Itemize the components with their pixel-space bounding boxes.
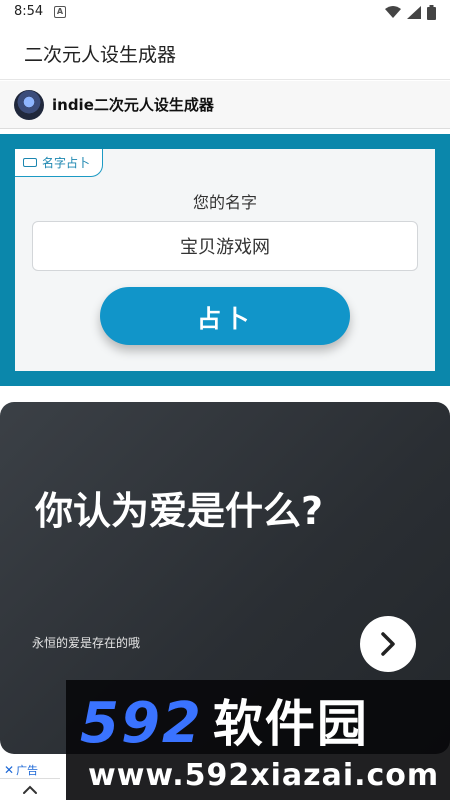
ad-next-button[interactable] <box>360 616 416 672</box>
status-time: 8:54 <box>14 4 44 19</box>
collapse-button[interactable] <box>0 778 60 800</box>
watermark-url: www.592xiazai.com <box>88 758 440 793</box>
watermark-name: 软件园 <box>212 695 369 753</box>
watermark-logo: 592 软件园 <box>80 694 369 754</box>
chevron-right-icon <box>381 632 395 656</box>
name-divination-panel: 名字占卜 您的名字 占卜 <box>0 134 450 386</box>
tab-name-divination[interactable]: 名字占卜 <box>15 149 104 177</box>
status-icons <box>385 5 436 20</box>
tab-label: 名字占卜 <box>42 156 91 170</box>
avatar[interactable] <box>14 90 44 120</box>
tool-card: 名字占卜 您的名字 占卜 <box>15 149 435 371</box>
ad-headline: 你认为爱是什么? <box>35 489 324 533</box>
divine-button[interactable]: 占卜 <box>100 287 350 345</box>
app-bar: 二次元人设生成器 <box>0 26 450 80</box>
a-icon: A <box>54 6 66 18</box>
wifi-icon <box>385 6 401 18</box>
status-bar: 8:54 A <box>0 0 450 26</box>
app-title: 二次元人设生成器 <box>24 44 177 66</box>
chevron-up-icon <box>23 785 37 794</box>
site-header[interactable]: indie二次元人设生成器 <box>0 81 450 129</box>
name-label: 您的名字 <box>192 193 257 212</box>
watermark: 592 软件园 www.592xiazai.com <box>66 680 450 800</box>
ad-badge[interactable]: ✕ 广告 <box>0 762 43 778</box>
name-input[interactable] <box>32 221 418 271</box>
ad-badge-label: 广告 <box>16 764 39 777</box>
signal-icon <box>407 6 421 19</box>
ad-subtitle: 永恒的爱是存在的哦 <box>32 636 141 650</box>
close-icon[interactable]: ✕ <box>4 763 14 777</box>
card-icon <box>23 158 37 167</box>
site-title[interactable]: indie二次元人设生成器 <box>52 94 214 115</box>
battery-icon <box>427 5 436 20</box>
watermark-number: 592 <box>80 691 203 756</box>
